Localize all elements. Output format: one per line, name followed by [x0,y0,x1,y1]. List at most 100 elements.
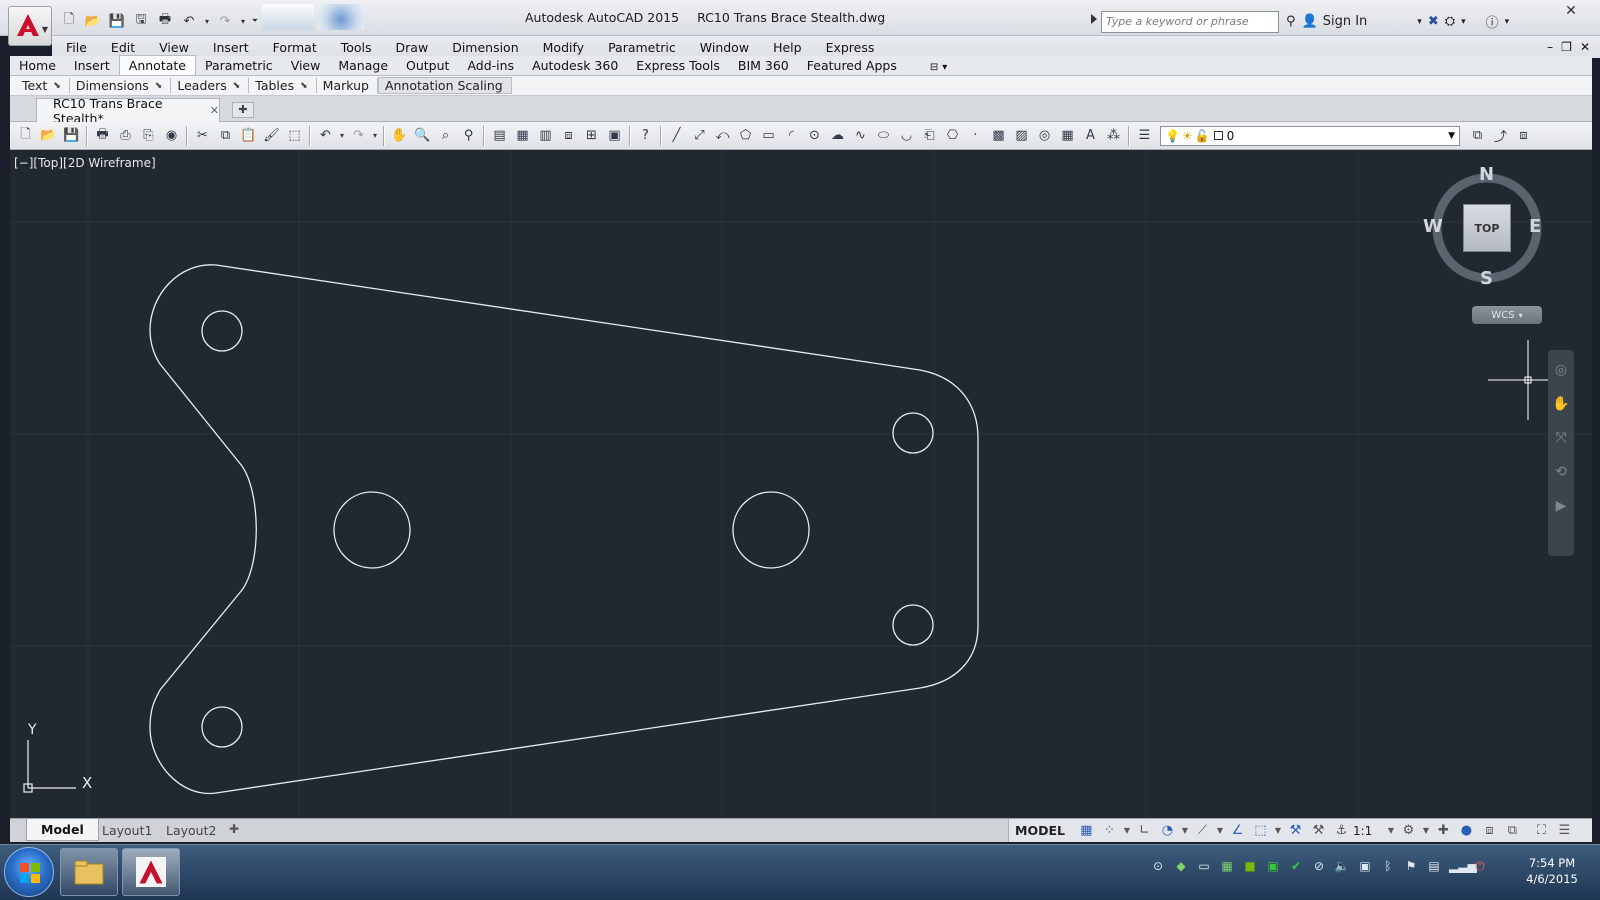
application-menu-button[interactable]: ▼ [8,6,52,46]
new-file-icon[interactable]: 🗋 [58,11,80,31]
drawing-canvas[interactable]: Y X [−][Top][2D Wireframe] TOP N S E W W… [10,150,1592,818]
compass-west[interactable]: W [1423,216,1443,237]
tray-app-icon[interactable]: ▣ [1265,859,1281,875]
snap-dropdown-icon[interactable]: ▼ [1121,821,1133,841]
tab-parametric[interactable]: Parametric [196,56,282,75]
annotation-monitor-icon[interactable]: ✚ [1432,821,1455,841]
customize-qat-icon[interactable]: ⏷ [250,11,260,31]
spline-icon[interactable]: ∿ [849,125,872,147]
annotation-visibility-icon[interactable]: ⚒ [1284,821,1307,841]
bluetooth-icon[interactable]: ᛒ [1380,859,1396,875]
design-center-icon[interactable]: ▦ [511,125,534,147]
workspace-dropdown-icon[interactable]: ▼ [1420,821,1432,841]
compass-east[interactable]: E [1529,216,1541,237]
pan-icon[interactable]: ✋ [388,125,411,147]
tab-annotate[interactable]: Annotate [118,55,196,75]
clean-screen-icon[interactable]: ⛶ [1530,821,1553,841]
panel-leaders[interactable]: Leaders ⬊ [171,78,250,93]
menu-file[interactable]: File [52,40,99,55]
polyline-icon[interactable]: ⤺ [711,125,734,147]
file-tab[interactable]: RC10 Trans Brace Stealth* ✕ [36,96,220,126]
snap-mode-icon[interactable]: ⁘ [1098,821,1121,841]
tray-app-icon[interactable]: ▦ [1219,859,1235,875]
arc-icon[interactable]: ◜ [780,125,803,147]
plot-icon[interactable]: 🖶 [154,11,176,31]
ortho-icon[interactable]: ∟ [1133,821,1156,841]
showmotion-icon[interactable]: ▶ [1551,498,1571,518]
plot-preview-icon[interactable]: ⎙ [114,125,137,147]
gradient-icon[interactable]: ▨ [1010,125,1033,147]
annotation-scale-value[interactable]: 1:1 [1353,824,1385,838]
panel-tables[interactable]: Tables ⬊ [249,78,317,93]
doc-minimize-icon[interactable]: – [1547,40,1553,54]
add-selected-icon[interactable]: ⁂ [1102,125,1125,147]
object-snap-tracking-icon[interactable]: ∠ [1226,821,1249,841]
customization-icon[interactable]: ☰ [1553,821,1576,841]
compass-north[interactable]: N [1479,164,1494,185]
help-icon[interactable]: ⓘ [1486,12,1499,31]
layer-previous-icon[interactable]: ⤴ [1489,125,1512,147]
display-icon[interactable]: ▣ [1357,859,1373,875]
menu-insert[interactable]: Insert [201,40,261,55]
panel-annotation-scaling[interactable]: Annotation Scaling [377,77,512,94]
menu-dimension[interactable]: Dimension [440,40,530,55]
make-block-icon[interactable]: ⎔ [941,125,964,147]
tool-palettes-icon[interactable]: ▥ [534,125,557,147]
viewport-controls-label[interactable]: [−][Top][2D Wireframe] [14,156,156,170]
tab-layout2[interactable]: Layout2 [152,819,230,841]
steering-wheel-icon[interactable]: ◎ [1551,362,1571,382]
menu-view[interactable]: View [147,40,201,55]
tray-app-icon[interactable]: ⊘ [1311,859,1327,875]
window-close-icon[interactable]: ✕ [1550,0,1592,22]
quickcalc-icon[interactable]: ▣ [603,125,626,147]
save-icon[interactable]: 💾 [106,11,128,31]
quick-properties-icon[interactable]: ⧉ [1501,821,1524,841]
3d-print-icon[interactable]: ◉ [160,125,183,147]
insert-block-icon[interactable]: ⎗ [918,125,941,147]
layer-states-icon[interactable]: ⧈ [1512,125,1535,147]
copy-icon[interactable]: ⧉ [214,125,237,147]
tab-output[interactable]: Output [397,56,458,75]
zoom-window-icon[interactable]: ⌕ [434,125,457,147]
binoculars-icon[interactable]: ⚲ [1286,14,1296,29]
start-button[interactable] [4,847,54,897]
checkmark-icon[interactable]: ✔ [1288,859,1304,875]
sign-in-dropdown-icon[interactable]: ▾ [1417,17,1422,27]
osnap-dropdown-icon[interactable]: ▼ [1272,821,1284,841]
compass-south[interactable]: S [1480,268,1493,289]
viewcube[interactable]: TOP N S E W [1423,162,1555,292]
file-tab-close-icon[interactable]: ✕ [210,104,219,117]
multiline-text-icon[interactable]: A [1079,125,1102,147]
search-input[interactable]: Type a keyword or phrase [1101,11,1279,33]
isolate-objects-icon[interactable]: ● [1455,821,1478,841]
undo-dropdown-icon[interactable]: ▾ [202,11,212,31]
model-space-toggle[interactable]: MODEL [1015,823,1065,838]
block-editor-icon[interactable]: ⬚ [283,125,306,147]
ellipse-arc-icon[interactable]: ◡ [895,125,918,147]
plot-icon[interactable]: 🖶 [91,125,114,147]
tab-manage[interactable]: Manage [329,56,397,75]
menu-express[interactable]: Express [814,40,887,55]
sign-in-button[interactable]: 👤 Sign In [1302,14,1368,29]
object-snap-icon[interactable]: ⬚ [1249,821,1272,841]
markup-icon[interactable]: ⊞ [580,125,603,147]
wcs-menu[interactable]: WCS ▾ [1472,306,1542,324]
hatch-icon[interactable]: ▩ [987,125,1010,147]
tray-app-icon[interactable]: ⊙ [1150,859,1166,875]
zoom-extents-icon[interactable]: ⤧ [1551,430,1571,450]
save-icon[interactable]: 💾 [60,125,83,147]
nvidia-icon[interactable]: ■ [1242,859,1258,875]
annotation-scale-icon[interactable]: ⚓ [1330,821,1353,841]
tab-express-tools[interactable]: Express Tools [627,56,729,75]
panel-text[interactable]: Text ⬊ [16,78,70,93]
polar-tracking-icon[interactable]: ◔ [1156,821,1179,841]
redo-icon[interactable]: ↷ [347,125,370,147]
undo-icon[interactable]: ↶ [178,11,200,31]
tab-autodesk-360[interactable]: Autodesk 360 [523,56,627,75]
construction-line-icon[interactable]: ⤢ [688,125,711,147]
zoom-realtime-icon[interactable]: 🔍 [411,125,434,147]
open-file-icon[interactable]: 📂 [82,11,104,31]
redo-icon[interactable]: ↷ [214,11,236,31]
menu-window[interactable]: Window [688,40,761,55]
menu-help[interactable]: Help [761,40,814,55]
